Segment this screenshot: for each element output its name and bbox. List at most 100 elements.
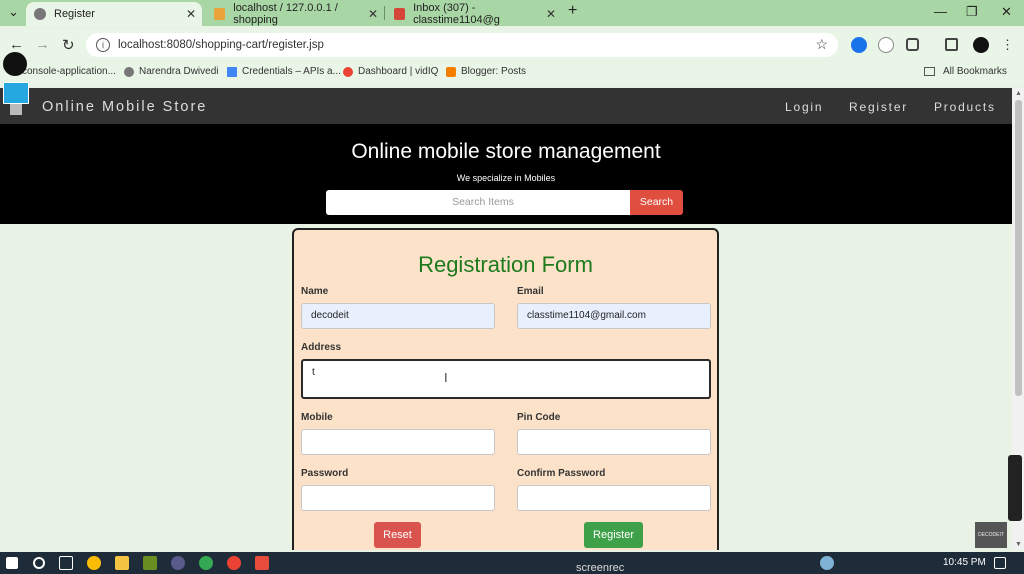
star-icon[interactable]: ☆ xyxy=(815,36,828,53)
page-viewport: Online Mobile Store Login Register Produ… xyxy=(0,88,1012,550)
tab-separator xyxy=(384,6,385,20)
weather-icon[interactable] xyxy=(820,556,834,570)
task-view-icon[interactable] xyxy=(59,556,73,570)
register-button[interactable]: Register xyxy=(584,522,643,548)
screenrec-icon[interactable] xyxy=(255,556,269,570)
globe-icon xyxy=(34,8,46,20)
side-panel-icon[interactable] xyxy=(945,38,958,51)
blogger-icon xyxy=(446,66,456,77)
name-label: Name xyxy=(301,286,329,297)
bookmark-icon xyxy=(124,66,134,77)
url-text: localhost:8080/shopping-cart/register.js… xyxy=(118,39,324,51)
all-bookmarks[interactable]: All Bookmarks xyxy=(924,66,1007,77)
confirm-password-label: Confirm Password xyxy=(517,468,606,479)
home-icon[interactable] xyxy=(10,103,22,115)
nav-login[interactable]: Login xyxy=(785,100,823,114)
bookmark-item[interactable]: console-application... xyxy=(22,66,116,77)
email-label: Email xyxy=(517,286,544,297)
extension-icon[interactable] xyxy=(851,37,867,53)
site-navbar: Online Mobile Store Login Register Produ… xyxy=(0,88,1012,124)
restore-icon[interactable]: ❐ xyxy=(966,4,978,20)
forward-icon[interactable]: → xyxy=(35,36,50,53)
scrollbar-thumb[interactable] xyxy=(1015,100,1022,396)
phpmyadmin-icon xyxy=(214,8,226,20)
mobile-field[interactable] xyxy=(301,429,495,455)
mobile-label: Mobile xyxy=(301,412,333,423)
new-tab-button[interactable]: + xyxy=(568,2,577,20)
api-icon xyxy=(227,66,237,77)
nav-products[interactable]: Products xyxy=(934,100,996,114)
tab-search-icon[interactable]: ⌄ xyxy=(8,4,19,20)
notifications-icon[interactable] xyxy=(994,557,1006,569)
nav-register[interactable]: Register xyxy=(849,100,908,114)
windows-start-icon[interactable] xyxy=(6,557,18,569)
chrome-icon[interactable] xyxy=(227,556,241,570)
password-field[interactable] xyxy=(301,485,495,511)
bookmarks-bar: console-application... Narendra Dwivedi … xyxy=(0,62,1024,84)
hero-subtitle: We specialize in Mobiles xyxy=(456,173,556,183)
minimize-icon[interactable]: — xyxy=(934,4,947,19)
bookmark-label: console-application... xyxy=(22,66,116,77)
all-bookmarks-label: All Bookmarks xyxy=(943,66,1007,77)
avatar[interactable] xyxy=(973,37,989,53)
bookmark-label: Credentials – APIs a... xyxy=(242,66,341,77)
info-icon[interactable]: i xyxy=(96,38,110,52)
gmail-icon xyxy=(394,8,406,20)
folder-icon xyxy=(924,67,935,76)
scroll-down-icon[interactable]: ▼ xyxy=(1015,541,1022,548)
search-button[interactable]: Search xyxy=(630,190,683,215)
bookmark-item[interactable]: Blogger: Posts xyxy=(446,66,526,77)
tab-phpmyadmin[interactable]: localhost / 127.0.0.1 / shopping ✕ xyxy=(206,2,384,26)
notepad-icon[interactable] xyxy=(143,556,157,570)
bookmark-item[interactable]: Narendra Dwivedi xyxy=(124,66,218,77)
pincode-field[interactable] xyxy=(517,429,711,455)
tab-label: localhost / 127.0.0.1 / shopping xyxy=(233,2,338,26)
settings-icon[interactable] xyxy=(171,556,185,570)
back-icon[interactable]: ← xyxy=(9,36,24,53)
screenrec-watermark: screenrec xyxy=(576,562,625,574)
extension-icon[interactable] xyxy=(878,37,894,53)
browser-tab-strip: ⌄ Register ✕ localhost / 127.0.0.1 / sho… xyxy=(0,0,1024,26)
bookmark-item[interactable]: Credentials – APIs a... xyxy=(227,66,341,77)
reset-button[interactable]: Reset xyxy=(374,522,421,548)
tab-gmail[interactable]: Inbox (307) - classtime1104@g ✕ xyxy=(386,2,562,26)
tab-label: Register xyxy=(54,8,95,20)
chrome-icon[interactable] xyxy=(87,556,101,570)
search-icon[interactable] xyxy=(33,557,45,569)
recorder-webcam-icon xyxy=(3,82,29,104)
address-field[interactable]: t xyxy=(301,359,711,399)
email-field[interactable]: classtime1104@gmail.com xyxy=(517,303,711,329)
bookmark-label: Blogger: Posts xyxy=(461,66,527,77)
bookmark-label: Narendra Dwivedi xyxy=(139,66,219,77)
extensions-icon[interactable] xyxy=(906,38,919,51)
form-title: Registration Form xyxy=(418,252,593,277)
bookmark-item[interactable]: Dashboard | vidIQ xyxy=(343,66,438,77)
confirm-password-field[interactable] xyxy=(517,485,711,511)
hero-title: Online mobile store management xyxy=(351,140,661,163)
text-cursor-icon: I xyxy=(444,370,448,385)
name-field[interactable]: decodeit xyxy=(301,303,495,329)
google-icon xyxy=(343,66,353,77)
clock[interactable]: 10:45 PM xyxy=(943,557,986,568)
url-input[interactable]: i localhost:8080/shopping-cart/register.… xyxy=(86,33,838,57)
watermark-logo: DECODEIT xyxy=(975,522,1007,548)
hero-banner: Online mobile store management We specia… xyxy=(0,124,1012,224)
pincode-label: Pin Code xyxy=(517,412,561,423)
registration-form: Registration Form Name decodeit Email cl… xyxy=(292,228,719,550)
windows-taskbar: 10:45 PM xyxy=(0,552,1024,574)
reload-icon[interactable]: ↻ xyxy=(62,36,75,54)
close-tab-icon[interactable]: ✕ xyxy=(368,7,378,21)
tab-label: Inbox (307) - classtime1104@g xyxy=(413,2,500,26)
tab-register[interactable]: Register ✕ xyxy=(26,2,202,26)
close-window-icon[interactable]: ✕ xyxy=(1001,4,1012,20)
close-tab-icon[interactable]: ✕ xyxy=(546,7,556,21)
chrome-icon[interactable] xyxy=(199,556,213,570)
scroll-up-icon[interactable]: ▲ xyxy=(1015,90,1022,97)
close-tab-icon[interactable]: ✕ xyxy=(186,7,196,21)
file-explorer-icon[interactable] xyxy=(115,556,129,570)
menu-icon[interactable]: ⋮ xyxy=(1001,37,1014,53)
search-input[interactable]: Search Items xyxy=(326,190,631,215)
brand-link[interactable]: Online Mobile Store xyxy=(42,99,207,115)
recorder-logo-icon xyxy=(3,52,27,76)
recorder-toolbar[interactable] xyxy=(1008,455,1022,521)
